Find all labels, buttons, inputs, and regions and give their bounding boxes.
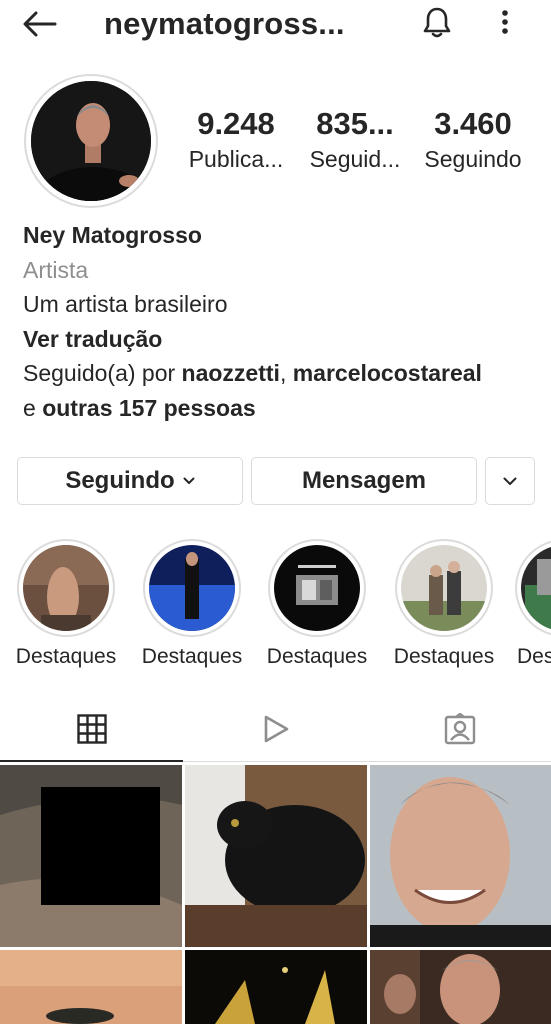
highlight-ring <box>143 539 241 637</box>
post-thumbnail[interactable] <box>370 765 551 947</box>
highlight-cover <box>521 545 551 631</box>
see-translation-link[interactable]: Ver tradução <box>23 322 543 357</box>
avatar <box>31 81 151 201</box>
profile-username: neymatogross... <box>104 6 345 41</box>
highlight-cover <box>401 545 487 631</box>
following-count[interactable]: 3.460 Seguindo <box>418 106 528 176</box>
posts-count-label: Publica... <box>188 146 284 172</box>
posts-count[interactable]: 9.248 Publica... <box>181 106 291 176</box>
post-thumbnail[interactable] <box>0 765 182 947</box>
following-count-label: Seguindo <box>424 146 522 172</box>
chevron-down-icon <box>503 477 517 485</box>
following-button-label: Seguindo <box>65 467 175 494</box>
followers-count[interactable]: 835... Seguid... <box>300 106 410 176</box>
more-vertical-icon <box>502 10 508 34</box>
followed-by-separator: , <box>279 360 287 386</box>
top-bar: neymatogross... <box>0 0 551 48</box>
highlight-ring <box>17 539 115 637</box>
message-button[interactable]: Mensagem <box>251 457 477 505</box>
others-link[interactable]: outras 157 pessoas <box>42 395 256 421</box>
followed-by-others[interactable]: e outras 157 pessoas <box>23 391 543 426</box>
profile-avatar-ring[interactable] <box>24 74 158 208</box>
tab-tagged[interactable] <box>368 705 551 753</box>
bio-text: Um artista brasileiro <box>23 291 228 317</box>
followed-by-prefix: Seguido(a) por <box>23 360 176 386</box>
tagged-person-icon <box>444 713 475 745</box>
chevron-down-icon <box>183 477 195 484</box>
highlight-item[interactable]: Destaques <box>137 539 247 669</box>
arrow-left-icon <box>23 11 57 37</box>
more-options-button[interactable] <box>490 4 520 40</box>
profile-name: Ney Matogrosso <box>23 222 202 248</box>
back-button[interactable] <box>22 6 58 42</box>
profile-bio: Ney Matogrosso Artista Um artista brasil… <box>23 218 543 425</box>
highlight-ring <box>395 539 493 637</box>
tab-grid[interactable] <box>0 705 183 753</box>
grid-icon <box>76 714 107 744</box>
post-thumbnail[interactable] <box>0 950 182 1024</box>
post-thumbnail[interactable] <box>185 950 367 1024</box>
follower-link[interactable]: marcelocostareal <box>293 360 482 386</box>
suggested-accounts-button[interactable] <box>485 457 535 505</box>
highlight-ring <box>515 539 551 637</box>
highlight-label: Destaques <box>393 645 495 668</box>
highlight-label: Destaques <box>15 645 117 668</box>
highlight-item[interactable]: Destaques <box>262 539 372 669</box>
bell-icon <box>423 7 451 38</box>
notifications-button[interactable] <box>419 4 455 40</box>
message-button-label: Mensagem <box>301 467 427 494</box>
highlight-label: Destaques <box>266 645 368 668</box>
followed-by-text[interactable]: Seguido(a) por naozzetti, marcelocostare… <box>23 356 543 391</box>
tab-reels[interactable] <box>184 705 367 753</box>
highlight-cover <box>23 545 109 631</box>
highlight-label: Des <box>517 645 551 668</box>
posts-count-value: 9.248 <box>197 106 275 141</box>
followed-by-and: e <box>23 394 36 421</box>
active-tab-indicator <box>0 760 183 762</box>
highlight-cover <box>274 545 360 631</box>
post-thumbnail[interactable] <box>370 950 551 1024</box>
play-icon <box>264 715 288 743</box>
highlight-item[interactable]: Destaques <box>389 539 499 669</box>
followers-count-value: 835... <box>316 106 394 141</box>
profile-category: Artista <box>23 256 89 283</box>
follower-link[interactable]: naozzetti <box>182 360 280 386</box>
post-thumbnail[interactable] <box>185 765 367 947</box>
highlight-item[interactable]: Destaques <box>11 539 121 669</box>
highlight-label: Destaques <box>141 645 243 668</box>
following-count-value: 3.460 <box>434 106 512 141</box>
highlight-ring <box>268 539 366 637</box>
following-button[interactable]: Seguindo <box>17 457 243 505</box>
followers-count-label: Seguid... <box>309 146 401 172</box>
highlight-item[interactable]: Des <box>515 539 551 669</box>
highlight-cover <box>149 545 235 631</box>
